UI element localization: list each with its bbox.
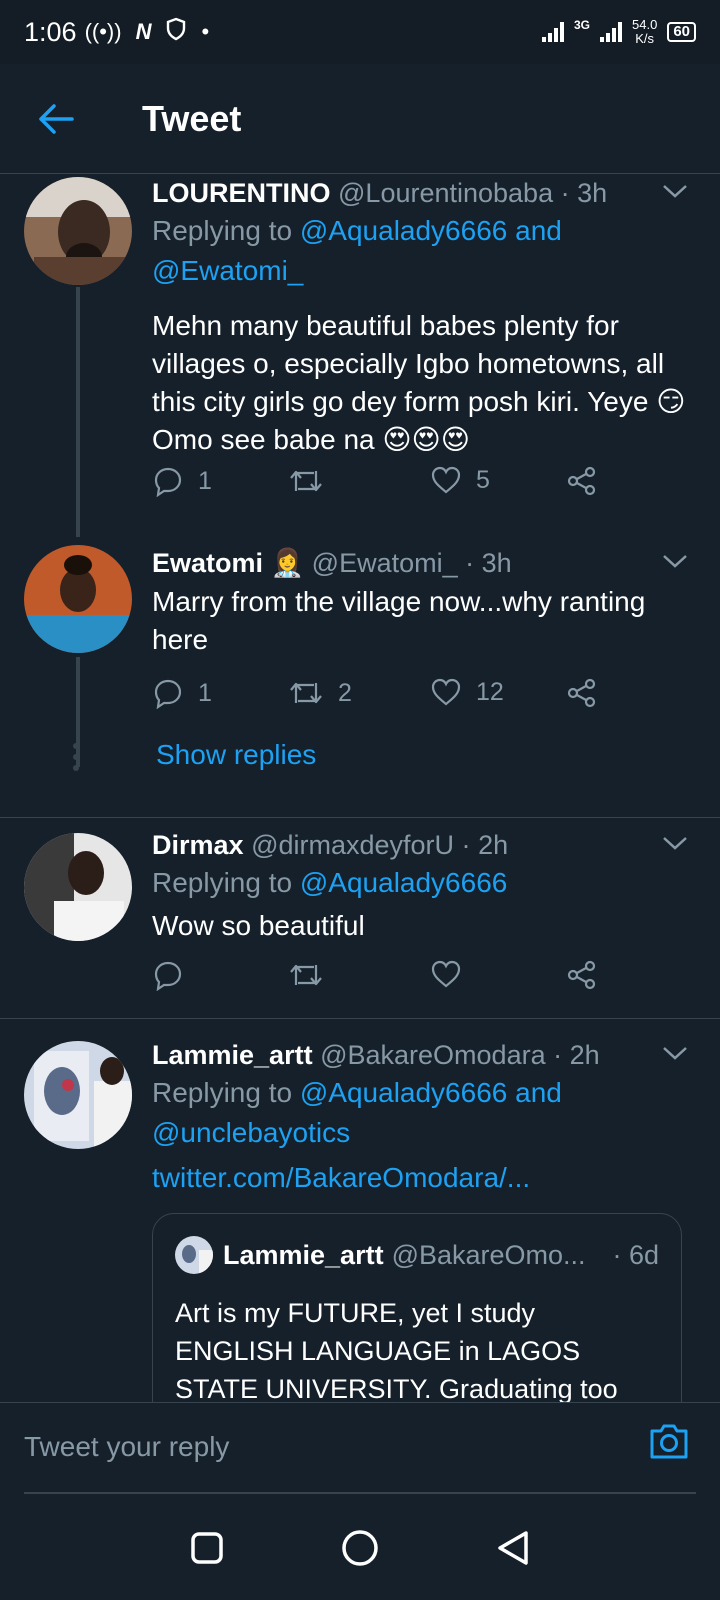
status-right: 3G 54.0 K/s 60 <box>541 18 696 46</box>
hotspot-icon: ((•)) <box>84 19 122 44</box>
tweet-header: Lammie_artt @BakareOmodara · 2h <box>152 1037 690 1073</box>
speed-value: 54.0 <box>632 17 658 32</box>
mention-link[interactable]: @Aqualady6666 and <box>300 1077 562 1108</box>
arrow-left-icon <box>39 103 74 134</box>
quote-author-name: Lammie_artt <box>223 1239 384 1270</box>
shield-icon <box>165 17 187 47</box>
reply-feed[interactable]: LOURENTINO @Lourentinobaba · 3h Replying… <box>0 175 720 1402</box>
mention-link[interactable]: @unclebayotics <box>152 1117 350 1148</box>
status-bar: 1:06 ((•)) N • 3G 54.0 K/s 60 <box>0 0 720 64</box>
reply-input[interactable] <box>24 1425 614 1469</box>
avatar <box>175 1236 213 1274</box>
signal-icon-2 <box>600 22 622 42</box>
app-header: Tweet <box>0 64 720 174</box>
circle-icon <box>342 1530 378 1566</box>
quote-time: · 6d <box>612 1239 659 1270</box>
back-nav-button[interactable] <box>483 1518 543 1578</box>
replying-to: Replying to @Aqualady6666 and @unclebayo… <box>152 1073 690 1153</box>
quote-text: Art is my FUTURE, yet I study ENGLISH LA… <box>175 1298 618 1402</box>
camera-button[interactable] <box>648 1421 690 1466</box>
tweet-link[interactable]: twitter.com/BakareOmodara/... <box>152 1159 690 1197</box>
system-nav-bar <box>0 1496 720 1600</box>
network-type: 3G <box>573 18 590 32</box>
author-handle[interactable]: @BakareOmodara <box>320 1040 546 1070</box>
quoted-tweet[interactable]: Lammie_artt @BakareOmo... · 6d Art is my… <box>152 1213 682 1402</box>
tweet-lammie[interactable]: Lammie_artt @BakareOmodara · 2h Replying… <box>0 175 720 1402</box>
square-icon <box>190 1532 223 1564</box>
triangle-back-icon <box>498 1531 529 1565</box>
author-name[interactable]: Lammie_artt <box>152 1040 313 1070</box>
replying-prefix: Replying to <box>152 1077 293 1108</box>
speed-unit: K/s <box>635 31 655 46</box>
dot-icon: • <box>201 19 210 44</box>
quote-author-handle: @BakareOmo... <box>391 1239 586 1270</box>
separator: · <box>553 1040 563 1070</box>
net-speed: 54.0 K/s <box>632 18 657 46</box>
page-title: Tweet <box>142 97 242 139</box>
tweet-content: Lammie_artt @BakareOmodara · 2h Replying… <box>152 1037 690 1197</box>
reply-composer <box>0 1402 720 1494</box>
camera-icon <box>650 1424 688 1459</box>
recents-button[interactable] <box>177 1518 237 1578</box>
avatar[interactable] <box>24 1041 132 1149</box>
notification-n-icon: N <box>135 19 152 44</box>
home-button[interactable] <box>330 1518 390 1578</box>
quote-header: Lammie_artt @BakareOmo... · 6d <box>175 1236 659 1274</box>
clock: 1:06 <box>24 16 77 47</box>
signal-icon <box>541 22 564 42</box>
input-underline <box>24 1492 696 1494</box>
chevron-down-icon[interactable] <box>660 1041 690 1065</box>
tweet-time: 2h <box>569 1040 600 1070</box>
back-button[interactable] <box>26 89 86 149</box>
battery-icon: 60 <box>667 22 696 42</box>
